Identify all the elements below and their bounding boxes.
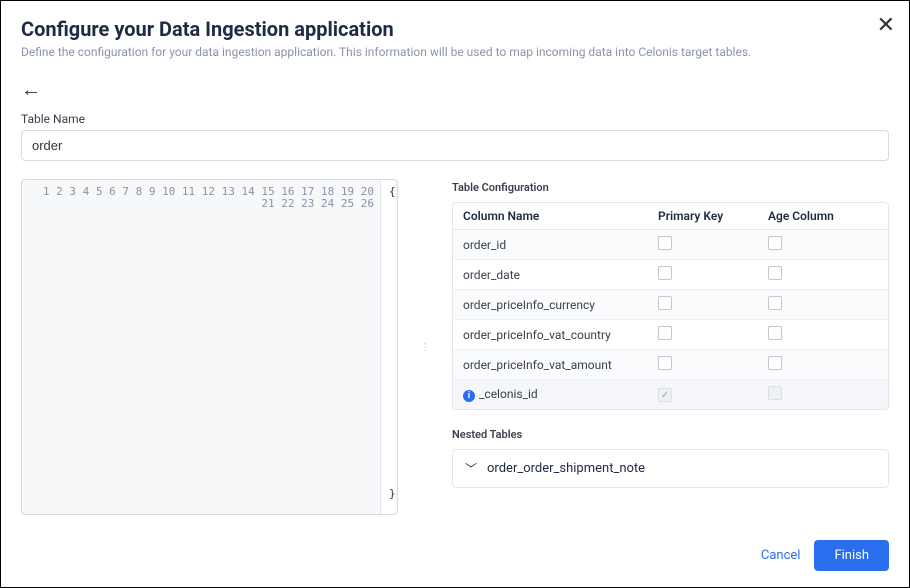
scrollbar[interactable] xyxy=(393,180,398,514)
column-name: order_date xyxy=(463,268,658,282)
primary-key-checkbox[interactable] xyxy=(658,326,672,340)
column-name: order_priceInfo_vat_amount xyxy=(463,358,658,372)
table-row: order_priceInfo_currency xyxy=(453,290,888,320)
table-name-label: Table Name xyxy=(21,112,889,126)
page-title: Configure your Data Ingestion applicatio… xyxy=(21,17,889,41)
col-header-name: Column Name xyxy=(463,209,658,223)
table-row: order_priceInfo_vat_country xyxy=(453,320,888,350)
primary-key-checkbox[interactable] xyxy=(658,296,672,310)
table-row: i_celonis_id xyxy=(453,380,888,409)
info-icon[interactable]: i xyxy=(463,390,475,402)
age-column-checkbox[interactable] xyxy=(768,296,782,310)
column-name: order_id xyxy=(463,238,658,252)
col-header-age: Age Column xyxy=(768,209,878,223)
table-name-input[interactable] xyxy=(21,130,889,161)
age-column-checkbox xyxy=(768,386,782,400)
table-row: order_id xyxy=(453,230,888,260)
resize-handle[interactable]: ⋮ xyxy=(422,179,428,515)
table-row: order_date xyxy=(453,260,888,290)
age-column-checkbox[interactable] xyxy=(768,236,782,250)
table-header: Column Name Primary Key Age Column xyxy=(453,203,888,230)
nested-table-name: order_order_shipment_note xyxy=(487,461,645,476)
nested-tables-title: Nested Tables xyxy=(452,428,889,441)
primary-key-checkbox[interactable] xyxy=(658,266,672,280)
close-icon[interactable]: ✕ xyxy=(877,13,895,38)
column-name: order_priceInfo_currency xyxy=(463,298,658,312)
back-arrow-icon[interactable]: ← xyxy=(21,77,41,102)
line-gutter: 1 2 3 4 5 6 7 8 9 10 11 12 13 14 15 16 1… xyxy=(22,180,381,514)
chevron-down-icon: ﹀ xyxy=(465,460,477,477)
age-column-checkbox[interactable] xyxy=(768,326,782,340)
nested-table-item[interactable]: ﹀ order_order_shipment_note xyxy=(452,449,889,488)
col-header-pk: Primary Key xyxy=(658,209,768,223)
primary-key-checkbox[interactable] xyxy=(658,236,672,250)
column-name: i_celonis_id xyxy=(463,387,658,402)
column-name: order_priceInfo_vat_country xyxy=(463,328,658,342)
json-editor[interactable]: 1 2 3 4 5 6 7 8 9 10 11 12 13 14 15 16 1… xyxy=(21,179,398,515)
table-config-title: Table Configuration xyxy=(452,181,889,194)
table-configuration: Column Name Primary Key Age Column order… xyxy=(452,202,889,410)
table-row: order_priceInfo_vat_amount xyxy=(453,350,888,380)
primary-key-checkbox[interactable] xyxy=(658,356,672,370)
cancel-button[interactable]: Cancel xyxy=(761,548,801,563)
age-column-checkbox[interactable] xyxy=(768,266,782,280)
finish-button[interactable]: Finish xyxy=(814,540,889,571)
page-subtitle: Define the configuration for your data i… xyxy=(21,45,889,59)
age-column-checkbox[interactable] xyxy=(768,356,782,370)
primary-key-checkbox xyxy=(658,388,672,402)
